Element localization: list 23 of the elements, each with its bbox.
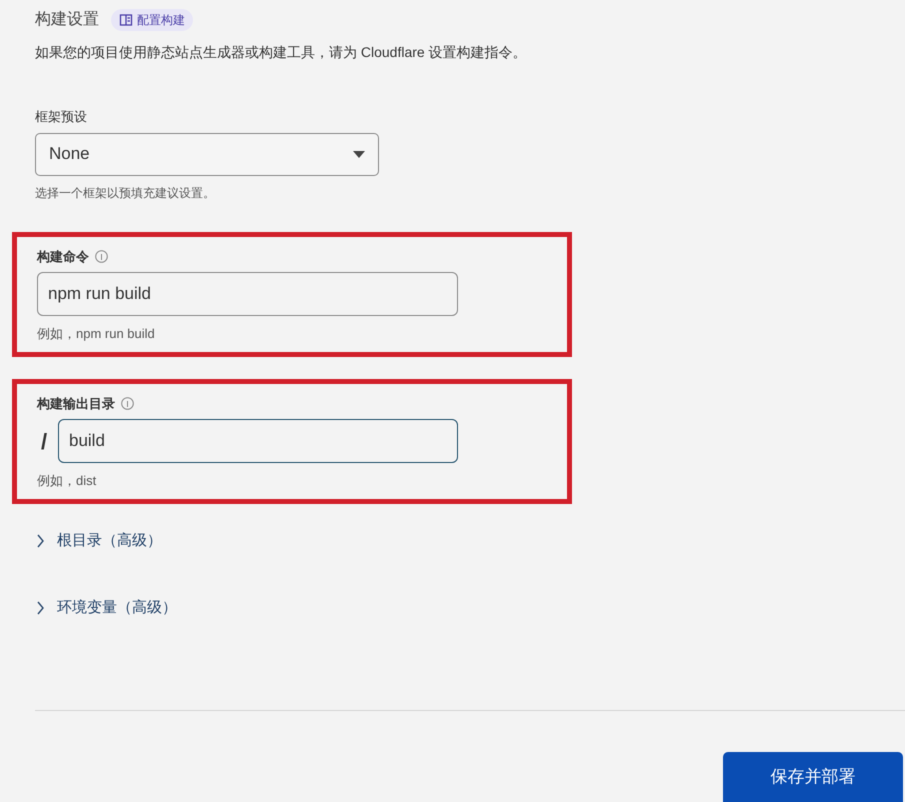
expander-toggle[interactable]: 根目录（高级） [36,530,905,552]
expander-toggle[interactable]: 环境变量（高级） [36,597,905,620]
field-label: 构建命令 [37,248,89,266]
input-field[interactable]: build [58,419,458,463]
docs-link[interactable]: 配置构建 [111,9,193,31]
info-icon [95,250,108,263]
chevron-icon [36,601,45,616]
framework-select[interactable]: None [35,132,379,176]
save-deploy-button[interactable]: 保存并部署 [723,752,903,802]
hint-text: 选择一个框架以预填充建议设置。 [35,184,216,202]
section-title: 构建设置 [35,10,99,30]
select-value: None [49,143,90,166]
input-field[interactable]: npm run build [37,272,458,316]
path-prefix: / [40,428,48,456]
chevron-icon [36,534,45,548]
description-text: 如果您的项目使用静态站点生成器或构建工具，请为 Cloudflare 设置构建指令。 [35,43,528,62]
book-icon [119,13,133,27]
field-label: 框架预设 [35,108,88,126]
hint-text: 例如，dist [37,472,98,490]
dropdown-caret-icon [353,150,365,158]
info-icon [121,396,134,410]
hint-text: 例如，npm run build [37,325,156,343]
field-label: 构建输出目录 [37,394,115,412]
